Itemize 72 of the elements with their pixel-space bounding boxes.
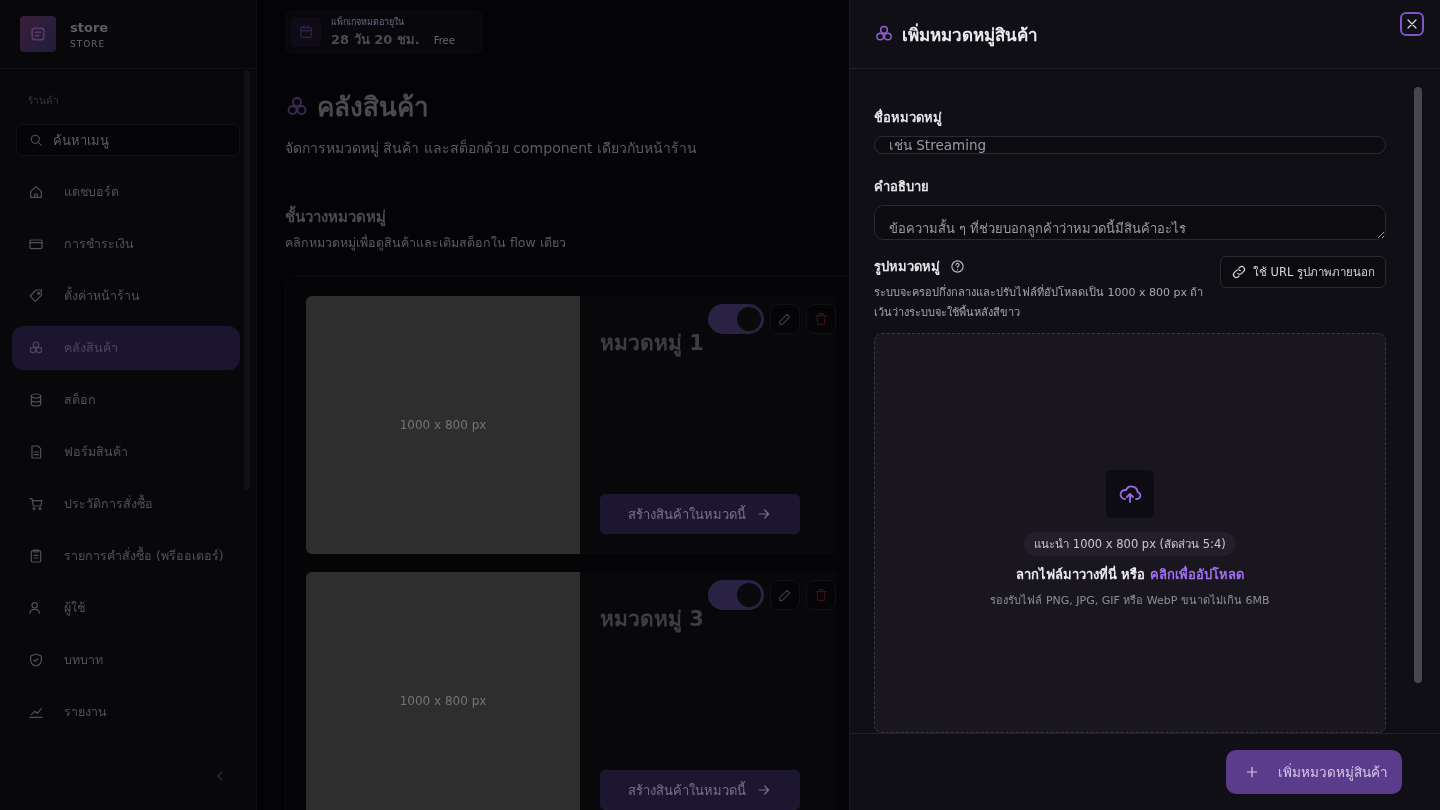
circles-icon xyxy=(28,340,44,356)
clipboard-icon xyxy=(28,548,44,564)
category-name: หมวดหมู่ 1 xyxy=(600,330,705,359)
sidebar-item[interactable]: บทบาท xyxy=(12,638,240,682)
edit-button[interactable] xyxy=(770,580,800,610)
arrow-icon xyxy=(756,506,772,522)
image-size-label: 1000 x 800 px xyxy=(399,694,487,708)
field-label: ชื่อหมวดหมู่ xyxy=(874,107,943,128)
sidebar-item[interactable]: ประวัติการสั่งซื้อ xyxy=(12,482,240,526)
scrollbar[interactable] xyxy=(1414,87,1422,683)
sidebar-item[interactable]: สต็อก xyxy=(12,378,240,422)
section-subtitle: คลิกหมวดหมู่เพื่อดูสินค้าและเติมสต็อกใน flow เดียว xyxy=(285,233,567,253)
sidebar-item[interactable]: การชำระเงิน xyxy=(12,222,240,266)
search-field[interactable]: ค้นหาเมนู xyxy=(16,124,240,156)
store-icon xyxy=(28,24,48,44)
drawer-title: เพิ่มหมวดหมู่สินค้า xyxy=(902,22,1038,48)
home-icon xyxy=(28,184,44,200)
upload-link[interactable]: คลิกเพื่ออัปโหลด xyxy=(1150,567,1245,582)
toggle-switch[interactable] xyxy=(708,304,764,334)
create-product-button[interactable]: สร้างสินค้าในหมวดนี้ xyxy=(600,770,800,810)
input-field[interactable]: เช่น Streaming xyxy=(874,136,1386,154)
sidebar-item[interactable]: รายการคำสั่งซื้อ (พรีออเดอร์) xyxy=(12,534,240,578)
add-category-button[interactable]: เพิ่มหมวดหมู่สินค้า xyxy=(1226,750,1402,794)
close-button[interactable] xyxy=(1400,12,1424,36)
url-button[interactable]: ใช้ URL รูปภาพภายนอก xyxy=(1219,256,1386,288)
remaining-time: 28 วัน 20 ชม. xyxy=(331,30,420,49)
size-recommendation: แนะนำ 1000 x 800 px (สัดส่วน 5:4) xyxy=(1024,532,1236,556)
category-name: หมวดหมู่ 3 xyxy=(600,606,705,635)
delete-button[interactable] xyxy=(806,580,836,610)
search-icon xyxy=(28,132,44,148)
arrow-icon xyxy=(756,782,772,798)
link-icon xyxy=(1230,264,1247,280)
description-field[interactable]: ข้อความสั้น ๆ ที่ช่วยบอกลูกค้าว่าหมวดนี้มีสินค้าอะไร xyxy=(874,205,1386,240)
section-title: ชั้นวางหมวดหมู่ xyxy=(285,205,851,229)
field-hint: ระบบจะครอปกึ่งกลางและปรับไฟล์ที่อัปโหลดเป็น 1000 x 800 px ถ้าเว้นว่างระบบจะใช้พื้นหลังสีขาว xyxy=(874,283,1205,321)
page-subtitle: จัดการหมวดหมู่ สินค้า และสต็อกด้วย component เดียวกับหน้าร้าน xyxy=(285,138,698,159)
tag-icon xyxy=(28,288,44,304)
sidebar-item[interactable]: ฟอร์มสินค้า xyxy=(12,430,240,474)
image-size-label: 1000 x 800 px xyxy=(399,418,487,432)
card-icon xyxy=(28,236,44,252)
page-title: คลังสินค้า xyxy=(317,91,429,124)
trash-icon xyxy=(813,311,829,327)
plan-name: Free xyxy=(433,34,455,46)
trash-icon xyxy=(813,587,829,603)
document-icon xyxy=(28,444,44,460)
sidebar-item[interactable]: ตั้งค่าหน้าร้าน xyxy=(12,274,240,318)
help-icon xyxy=(950,259,965,274)
edit-button[interactable] xyxy=(770,304,800,334)
sidebar-item[interactable]: ผู้ใช้ xyxy=(12,586,240,630)
store-subtitle: STORE xyxy=(70,38,107,49)
calendar-icon xyxy=(298,24,314,40)
pencil-icon xyxy=(777,587,793,603)
pencil-icon xyxy=(777,311,793,327)
field-label: รูปหมวดหมู่ xyxy=(874,258,940,277)
drop-instruction: ลากไฟล์มาวางที่นี่ หรือ คลิกเพื่ออัปโหลด xyxy=(1015,564,1245,584)
delete-button[interactable] xyxy=(806,304,836,334)
format-note: รองรับไฟล์ PNG, JPG, GIF หรือ WebP ขนาดไม่เกิน 6MB xyxy=(990,593,1270,609)
store-name: store xyxy=(70,19,109,35)
cart-icon xyxy=(28,496,44,512)
sidebar-item[interactable]: รายงาน xyxy=(12,690,240,734)
upload-dropzone[interactable]: แนะนำ 1000 x 800 px (สัดส่วน 5:4) ลากไฟล์มาวางที่นี่ หรือ คลิกเพื่ออัปโหลด รองรับไฟล์ PNG, JPG, GIF หรือ WebP ขนาดไม่เกิน 6MB xyxy=(874,333,1386,733)
field-label: คำอธิบาย xyxy=(874,178,930,196)
circles-icon xyxy=(874,24,894,44)
category-card[interactable]: หมวดหมู่ 3 สร้างสินค้าในหมวดนี้ xyxy=(580,572,836,810)
plus-icon xyxy=(1244,764,1260,780)
expiry-label: แพ็กเกจหมดอายุใน xyxy=(331,15,405,29)
category-card[interactable]: หมวดหมู่ 1 สร้างสินค้าในหมวดนี้ xyxy=(580,296,836,554)
database-icon xyxy=(28,392,44,408)
toggle-switch[interactable] xyxy=(708,580,764,610)
create-product-button[interactable]: สร้างสินค้าในหมวดนี้ xyxy=(600,494,800,534)
shield-icon xyxy=(28,652,44,668)
sidebar-item[interactable]: แดชบอร์ด xyxy=(12,170,240,214)
